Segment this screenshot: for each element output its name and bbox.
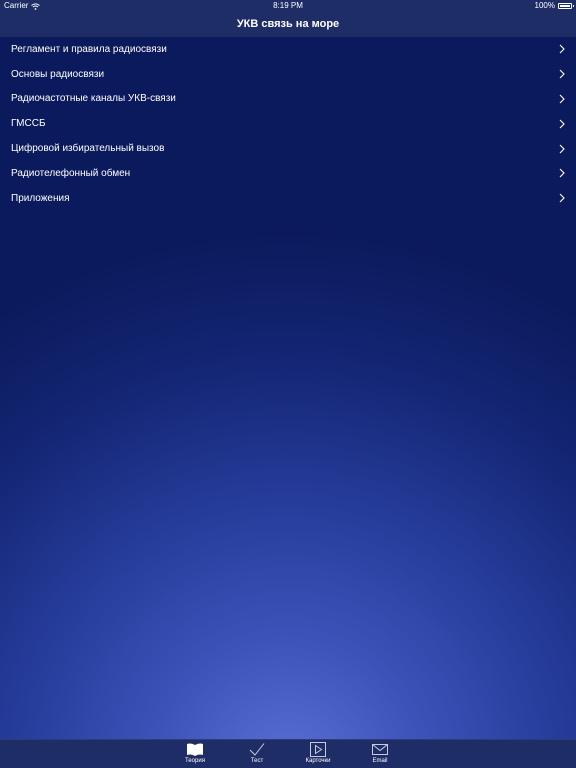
list-item-label: ГМССБ bbox=[11, 118, 46, 130]
list-item-gmdss[interactable]: ГМССБ bbox=[0, 111, 576, 136]
chevron-right-icon bbox=[559, 94, 565, 104]
list-item-label: Приложения bbox=[11, 192, 70, 204]
envelope-icon bbox=[372, 744, 388, 755]
app-screen: Carrier 8:19 PM 100% УКВ связь на море Р… bbox=[0, 0, 576, 768]
chevron-right-icon bbox=[559, 144, 565, 153]
play-icon bbox=[310, 742, 326, 757]
list-item-label: Цифровой избирательный вызов bbox=[11, 143, 165, 155]
tab-label: Email bbox=[372, 758, 388, 764]
battery-percent: 100% bbox=[534, 1, 555, 10]
navigation-bar: УКВ связь на море bbox=[0, 12, 576, 37]
list-item-vhf-channels[interactable]: Радиочастотные каналы УКВ-связи bbox=[0, 87, 576, 112]
battery-icon bbox=[558, 3, 574, 9]
tab-label: Тест bbox=[250, 758, 264, 764]
list-item-radiotelephone[interactable]: Радиотелефонный обмен bbox=[0, 161, 576, 186]
list-item-regulations[interactable]: Регламент и правила радиосвязи bbox=[0, 37, 576, 62]
status-bar: Carrier 8:19 PM 100% bbox=[0, 0, 576, 12]
list-item-radio-basics[interactable]: Основы радиосвязи bbox=[0, 62, 576, 87]
tab-email[interactable]: Email bbox=[355, 742, 405, 764]
tab-theory[interactable]: Теория bbox=[170, 742, 220, 764]
chevron-right-icon bbox=[559, 193, 565, 203]
list-item-label: Регламент и правила радиосвязи bbox=[11, 43, 167, 55]
topics-list: Регламент и правила радиосвязи Основы ра… bbox=[0, 37, 576, 211]
checkmark-icon bbox=[249, 743, 265, 756]
tab-label: Карточки bbox=[305, 758, 331, 764]
list-item-appendices[interactable]: Приложения bbox=[0, 186, 576, 211]
tab-bar: Теория Тест Карточки Email bbox=[0, 739, 576, 768]
chevron-right-icon bbox=[559, 69, 565, 79]
chevron-right-icon bbox=[559, 168, 565, 178]
list-item-label: Основы радиосвязи bbox=[11, 68, 105, 80]
tab-cards[interactable]: Карточки bbox=[293, 742, 343, 764]
battery-indicator: 100% bbox=[534, 0, 574, 12]
chevron-right-icon bbox=[559, 119, 565, 129]
list-item-dsc[interactable]: Цифровой избирательный вызов bbox=[0, 136, 576, 161]
book-icon bbox=[187, 743, 203, 756]
status-time: 8:19 PM bbox=[273, 1, 303, 10]
page-title: УКВ связь на море bbox=[236, 18, 340, 30]
list-item-label: Радиочастотные каналы УКВ-связи bbox=[11, 93, 176, 105]
tab-test[interactable]: Тест bbox=[232, 742, 282, 764]
tab-label: Теория bbox=[185, 758, 205, 764]
chevron-right-icon bbox=[559, 45, 565, 54]
list-item-label: Радиотелефонный обмен bbox=[11, 167, 131, 179]
